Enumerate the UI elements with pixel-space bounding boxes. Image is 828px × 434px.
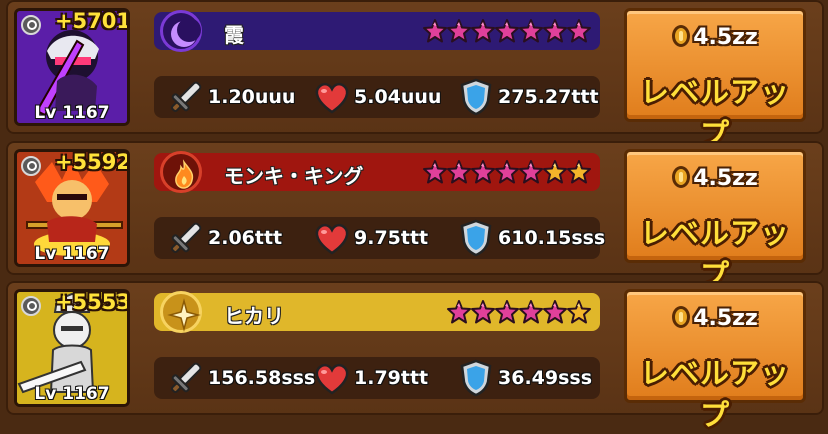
hp-stat: 5.04uuu [312, 76, 441, 118]
star-icon [422, 18, 448, 44]
hero-level: Lv 1167 [34, 103, 110, 123]
hp-stat: 9.75ttt [312, 217, 428, 259]
attack-value: 1.20uuu [208, 86, 296, 108]
sword-icon [170, 81, 202, 113]
star-icon [446, 299, 472, 325]
bonus-value: +5553 [54, 290, 130, 314]
star-icon [518, 159, 544, 185]
shield-icon [460, 78, 492, 116]
hero-name: モンキ・キング [224, 164, 364, 188]
light-icon [160, 291, 202, 333]
hero-portrait[interactable]: +5701 Lv 1167 [14, 8, 130, 126]
magnifier-icon[interactable] [21, 15, 41, 35]
rarity-stars [422, 18, 592, 44]
hero-name: 霞 [224, 23, 244, 47]
attack-value: 2.06ttt [208, 227, 283, 249]
bonus-value: +5592 [54, 150, 130, 174]
level-up-button[interactable]: 4.5zz レベルアップ [624, 289, 806, 432]
attack-stat: 156.58sss [166, 357, 315, 399]
star-icon [542, 159, 568, 185]
hp-value: 1.79ttt [354, 367, 429, 389]
star-icon [566, 159, 592, 185]
cost-value: 4.5zz [693, 166, 758, 191]
coin-icon [672, 166, 691, 188]
star-icon [446, 159, 472, 185]
hero-portrait[interactable]: +5592 Lv 1167 [14, 149, 130, 267]
star-icon [542, 299, 568, 325]
fire-icon [160, 151, 202, 193]
cost-value: 4.5zz [693, 25, 758, 50]
hp-value: 5.04uuu [354, 86, 442, 108]
star-icon [470, 299, 496, 325]
hero-row: +5701 Lv 1167 霞 1.20uuu 5.04uuu 275.27tt… [6, 0, 824, 151]
star-icon [470, 159, 496, 185]
sword-icon [170, 222, 202, 254]
star-icon [566, 18, 592, 44]
defense-value: 36.49sss [498, 367, 593, 389]
shield-icon [460, 359, 492, 397]
star-icon [422, 159, 448, 185]
hero-name: ヒカリ [224, 304, 284, 328]
moon-icon [160, 10, 202, 52]
sword-icon [170, 362, 202, 394]
rarity-stars [446, 299, 592, 325]
hero-name-bar: ヒカリ [154, 291, 600, 333]
coin-icon [672, 25, 691, 47]
hero-level: Lv 1167 [34, 384, 110, 404]
stats-bar: 156.58sss 1.79ttt 36.49sss [154, 357, 600, 399]
hp-value: 9.75ttt [354, 227, 429, 249]
stats-bar: 2.06ttt 9.75ttt 610.15sss [154, 217, 605, 259]
star-icon [494, 18, 520, 44]
hero-name-bar: 霞 [154, 10, 600, 52]
defense-stat: 36.49sss [456, 357, 592, 399]
hero-row: +5553 Lv 1167 ヒカリ 156.58sss 1.79ttt 36.4… [6, 281, 824, 432]
bonus-value: +5701 [54, 9, 130, 33]
star-icon [542, 18, 568, 44]
star-icon [566, 299, 592, 325]
heart-icon [315, 82, 349, 114]
attack-stat: 1.20uuu [166, 76, 295, 118]
hero-level: Lv 1167 [34, 244, 110, 264]
star-icon [494, 299, 520, 325]
attack-value: 156.58sss [208, 367, 316, 389]
heart-icon [315, 363, 349, 395]
stats-bar: 1.20uuu 5.04uuu 275.27ttt [154, 76, 600, 118]
coin-icon [672, 306, 691, 328]
star-icon [446, 18, 472, 44]
level-up-button[interactable]: 4.5zz レベルアップ [624, 8, 806, 151]
defense-stat: 610.15sss [456, 217, 605, 259]
magnifier-icon[interactable] [21, 156, 41, 176]
rarity-stars [422, 159, 592, 185]
defense-value: 275.27ttt [498, 86, 599, 108]
hero-name-bar: モンキ・キング [154, 151, 600, 193]
hp-stat: 1.79ttt [312, 357, 428, 399]
level-up-button[interactable]: 4.5zz レベルアップ [624, 149, 806, 292]
star-icon [494, 159, 520, 185]
cost-value: 4.5zz [693, 306, 758, 331]
star-icon [518, 18, 544, 44]
attack-stat: 2.06ttt [166, 217, 282, 259]
hero-row: +5592 Lv 1167 モンキ・キング 2.06ttt 9.75ttt 61… [6, 141, 824, 292]
shield-icon [460, 219, 492, 257]
magnifier-icon[interactable] [21, 296, 41, 316]
level-up-label: レベルアップ [639, 356, 790, 432]
heart-icon [315, 223, 349, 255]
defense-stat: 275.27ttt [456, 76, 599, 118]
hero-portrait[interactable]: +5553 Lv 1167 [14, 289, 130, 407]
defense-value: 610.15sss [498, 227, 606, 249]
star-icon [470, 18, 496, 44]
star-icon [518, 299, 544, 325]
